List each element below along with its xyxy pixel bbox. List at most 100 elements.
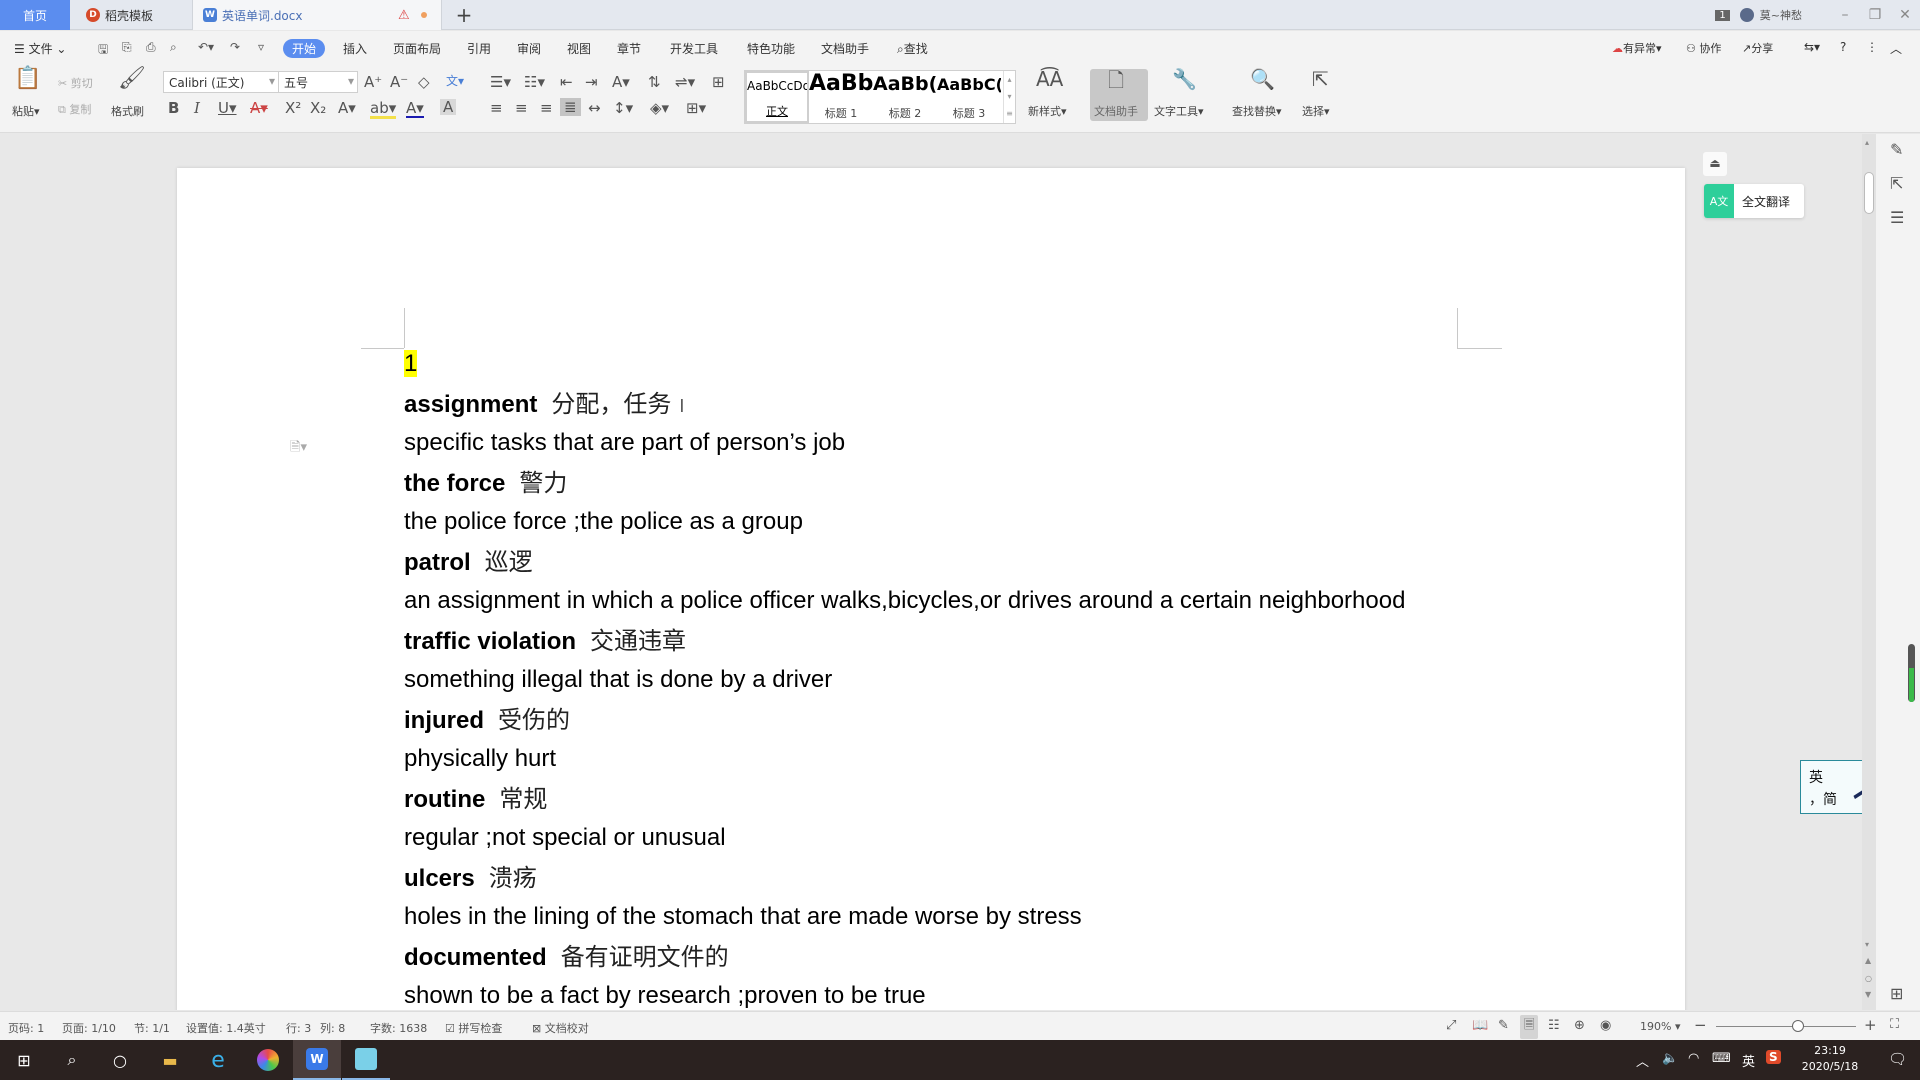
page-view-icon[interactable]: 🗏 bbox=[1520, 1015, 1539, 1039]
zoom-out-button[interactable]: − bbox=[1694, 1016, 1707, 1034]
text-effect-icon[interactable]: A▾ bbox=[338, 100, 356, 116]
print-icon[interactable]: ⎙ bbox=[146, 40, 156, 55]
layout-icon[interactable]: ⇆▾ bbox=[1804, 40, 1820, 54]
tab-special-features[interactable]: 特色功能 bbox=[747, 40, 795, 57]
format-painter-button[interactable]: 格式刷 bbox=[111, 103, 144, 119]
collapse-ribbon-icon[interactable]: ︿ bbox=[1890, 40, 1902, 57]
show-hidden-icons[interactable]: ︿ bbox=[1636, 1051, 1649, 1070]
wps-taskbar-icon[interactable]: W bbox=[293, 1040, 341, 1080]
settings-sliders-icon[interactable]: ☰ bbox=[1890, 208, 1904, 227]
grow-font-icon[interactable]: A⁺ bbox=[364, 74, 382, 90]
new-style-button[interactable]: 新样式▾ bbox=[1028, 103, 1067, 119]
issues-button[interactable]: ☁有异常▾ bbox=[1612, 40, 1662, 56]
text-tools-button[interactable]: 文字工具▾ bbox=[1154, 103, 1204, 119]
shrink-font-icon[interactable]: A⁻ bbox=[390, 74, 408, 90]
strikethrough-icon[interactable]: A▾ bbox=[250, 100, 268, 116]
zoom-slider-handle[interactable] bbox=[1792, 1020, 1804, 1032]
reading-mode-icon[interactable]: 📖 bbox=[1472, 1018, 1488, 1033]
next-page-icon[interactable]: ▼ bbox=[1865, 990, 1871, 999]
undo-icon[interactable]: ↶▾ bbox=[198, 40, 214, 54]
proofread-button[interactable]: ⊠ 文档校对 bbox=[532, 1020, 589, 1036]
clear-format-icon[interactable]: ◇ bbox=[418, 74, 430, 90]
tab-start[interactable]: 开始 bbox=[283, 39, 326, 58]
align-center-icon[interactable]: ≡ bbox=[515, 100, 528, 116]
pointer-icon[interactable]: ⇱ bbox=[1890, 174, 1903, 193]
line-wrap-icon[interactable]: ⇌▾ bbox=[675, 74, 695, 90]
tab-references[interactable]: 引用 bbox=[467, 40, 491, 57]
windows-start-icon[interactable]: ⊞ bbox=[0, 1040, 48, 1080]
font-size-select[interactable]: 五号 ▾ bbox=[278, 71, 358, 93]
char-shading-icon[interactable]: A bbox=[440, 99, 457, 115]
tab-home[interactable]: 首页 bbox=[0, 0, 70, 30]
tab-template[interactable]: D 稻壳模板 bbox=[72, 0, 190, 30]
volume-icon[interactable]: 🔈 bbox=[1662, 1051, 1678, 1066]
close-button[interactable]: ✕ bbox=[1890, 7, 1920, 23]
align-left-icon[interactable]: ≡ bbox=[490, 100, 503, 116]
scroll-down-icon[interactable]: ▾ bbox=[1865, 940, 1869, 949]
word-count[interactable]: 字数: 1638 bbox=[370, 1020, 427, 1036]
borders-icon[interactable]: ⊞▾ bbox=[686, 100, 706, 116]
section-indicator[interactable]: 节: 1/1 bbox=[134, 1020, 170, 1036]
outline-view-icon[interactable]: ☷ bbox=[1548, 1018, 1560, 1033]
notifications-icon[interactable]: 🗨 bbox=[1888, 1050, 1907, 1068]
ie-browser-icon[interactable]: e bbox=[194, 1040, 242, 1080]
file-explorer-icon[interactable]: ▬ bbox=[146, 1040, 194, 1080]
bullets-icon[interactable]: ☰▾ bbox=[490, 74, 511, 90]
fit-window-icon[interactable]: ⛶ bbox=[1890, 1017, 1899, 1032]
paste-button[interactable]: 粘贴▾ bbox=[12, 103, 40, 119]
collapse-panel-button[interactable]: ⏏ bbox=[1703, 152, 1727, 176]
print-preview-icon[interactable]: ⌕ bbox=[170, 40, 177, 55]
select-browse-icon[interactable]: ○ bbox=[1865, 974, 1872, 983]
sogou-ime-icon[interactable]: S bbox=[1766, 1050, 1781, 1064]
redo-icon[interactable]: ↷ bbox=[230, 40, 240, 54]
paste-icon[interactable]: 📋 bbox=[14, 68, 41, 90]
full-translate-button[interactable]: A文 全文翻译 bbox=[1704, 184, 1804, 218]
ime-indicator[interactable]: 英 bbox=[1742, 1051, 1755, 1070]
user-name[interactable]: 莫~神愁 bbox=[1760, 7, 1802, 23]
tab-chapter[interactable]: 章节 bbox=[617, 40, 641, 57]
search-icon[interactable]: ⌕ bbox=[48, 1040, 96, 1080]
paragraph-options-icon[interactable]: 🗎▾ bbox=[290, 438, 307, 460]
bold-icon[interactable]: B bbox=[168, 100, 179, 116]
line-spacing-icon[interactable]: ↕▾ bbox=[613, 100, 633, 116]
tab-view[interactable]: 视图 bbox=[567, 40, 591, 57]
clock[interactable]: 23:19 2020/5/18 bbox=[1788, 1043, 1872, 1075]
document-page[interactable]: 1 assignment 分配，任务 I specific tasks that a… bbox=[177, 168, 1685, 1010]
style-normal[interactable]: AaBbCcDd 正文 bbox=[745, 71, 809, 123]
restore-button[interactable]: ❐ bbox=[1860, 7, 1890, 23]
pinyin-icon[interactable]: 文▾ bbox=[446, 73, 464, 89]
underline-icon[interactable]: U▾ bbox=[218, 100, 237, 116]
window-count-badge[interactable]: 1 bbox=[1715, 9, 1730, 21]
zoom-select[interactable]: 190% ▾ bbox=[1640, 1020, 1680, 1033]
select-button[interactable]: 选择▾ bbox=[1302, 103, 1330, 119]
justify-icon[interactable]: ≣ bbox=[560, 98, 581, 116]
customize-icon[interactable]: ▿ bbox=[258, 40, 264, 54]
page-number[interactable]: 页码: 1 bbox=[8, 1020, 44, 1036]
zoom-slider[interactable] bbox=[1716, 1026, 1856, 1027]
anime-app-icon[interactable] bbox=[342, 1040, 390, 1080]
numbering-icon[interactable]: ☷▾ bbox=[524, 74, 545, 90]
tab-page-layout[interactable]: 页面布局 bbox=[393, 40, 441, 57]
browser-360-icon[interactable] bbox=[244, 1040, 292, 1080]
tab-document[interactable]: W 英语单词.docx ⚠ bbox=[192, 0, 442, 30]
eye-protection-icon[interactable]: ◉ bbox=[1600, 1018, 1611, 1033]
zoom-in-button[interactable]: + bbox=[1864, 1016, 1877, 1034]
save-icon[interactable]: 🖫 bbox=[98, 40, 108, 61]
increase-indent-icon[interactable]: ⇥ bbox=[585, 74, 598, 90]
search-menu[interactable]: ⌕查找 bbox=[897, 40, 928, 57]
font-color-icon[interactable]: A▾ bbox=[406, 100, 424, 118]
table-borders-icon[interactable]: ⊞ bbox=[712, 74, 725, 90]
web-view-icon[interactable]: ⊕ bbox=[1574, 1018, 1585, 1033]
minimize-button[interactable]: – bbox=[1830, 7, 1860, 23]
file-menu[interactable]: ☰ 文件 ⌄ bbox=[14, 40, 66, 57]
superscript-icon[interactable]: X² bbox=[285, 100, 301, 116]
vertical-scrollbar[interactable]: ▴ ▾ ▲ ○ ▼ bbox=[1862, 134, 1876, 1010]
spellcheck-button[interactable]: ☑ 拼写检查 bbox=[445, 1020, 502, 1036]
sort-icon[interactable]: ⇅ bbox=[648, 74, 661, 90]
decrease-indent-icon[interactable]: ⇤ bbox=[560, 74, 573, 90]
more-icon[interactable]: ⋮ bbox=[1866, 40, 1878, 54]
find-replace-button[interactable]: 查找替换▾ bbox=[1232, 103, 1282, 119]
highlight-icon[interactable]: ab▾ bbox=[370, 100, 397, 119]
share-button[interactable]: ↗分享 bbox=[1742, 40, 1773, 56]
write-mode-icon[interactable]: ✎ bbox=[1498, 1018, 1509, 1033]
